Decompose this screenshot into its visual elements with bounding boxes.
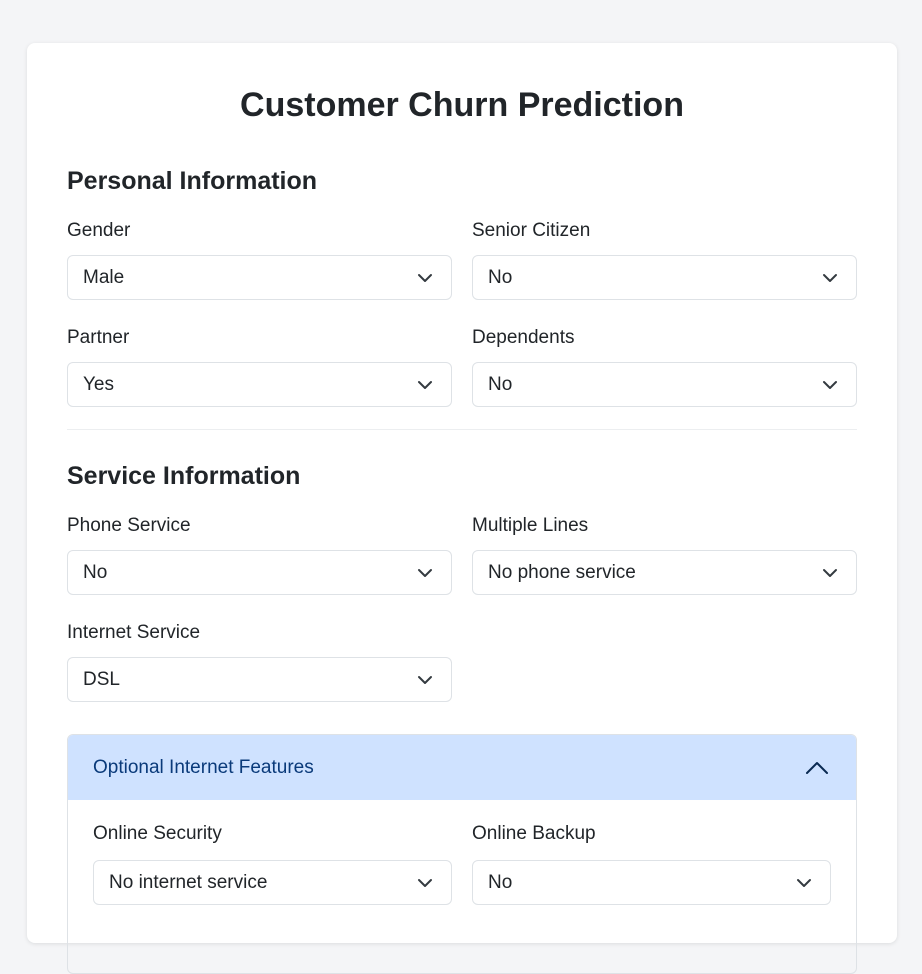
personal-info-heading: Personal Information: [67, 167, 318, 195]
chevron-down-icon: [794, 873, 814, 893]
optional-features-toggle[interactable]: Optional Internet Features: [68, 735, 856, 800]
partner-value: Yes: [83, 373, 114, 395]
multiple-lines-label: Multiple Lines: [472, 515, 589, 536]
multiple-lines-value: No phone service: [488, 561, 636, 583]
internet-service-value: DSL: [83, 668, 120, 690]
phone-service-label: Phone Service: [67, 515, 191, 536]
gender-label: Gender: [67, 220, 131, 241]
chevron-up-icon: [804, 755, 830, 781]
gender-select[interactable]: Male: [67, 255, 452, 300]
chevron-down-icon: [415, 268, 435, 288]
senior-citizen-value: No: [488, 266, 513, 288]
online-security-value: No internet service: [109, 871, 268, 893]
chevron-down-icon: [820, 563, 840, 583]
online-backup-value: No: [488, 871, 513, 893]
chevron-down-icon: [820, 375, 840, 395]
phone-service-value: No: [83, 561, 108, 583]
page-title: Customer Churn Prediction: [240, 86, 684, 124]
dependents-value: No: [488, 373, 513, 395]
prediction-form-card: Customer Churn Prediction Personal Infor…: [27, 43, 897, 974]
chevron-down-icon: [820, 268, 840, 288]
online-backup-select[interactable]: No: [472, 860, 831, 905]
online-security-label: Online Security: [93, 823, 222, 844]
multiple-lines-select[interactable]: No phone service: [472, 550, 857, 595]
internet-service-label: Internet Service: [67, 622, 201, 643]
chevron-down-icon: [415, 670, 435, 690]
partner-label: Partner: [67, 327, 130, 348]
online-backup-label: Online Backup: [472, 823, 596, 844]
partner-select[interactable]: Yes: [67, 362, 452, 407]
senior-citizen-label: Senior Citizen: [472, 220, 591, 241]
dependents-label: Dependents: [472, 327, 575, 348]
dependents-select[interactable]: No: [472, 362, 857, 407]
internet-service-select[interactable]: DSL: [67, 657, 452, 702]
service-info-heading: Service Information: [67, 462, 301, 490]
senior-citizen-select[interactable]: No: [472, 255, 857, 300]
chevron-down-icon: [415, 375, 435, 395]
section-divider: [67, 429, 857, 430]
chevron-down-icon: [415, 873, 435, 893]
phone-service-select[interactable]: No: [67, 550, 452, 595]
chevron-down-icon: [415, 563, 435, 583]
optional-features-heading: Optional Internet Features: [93, 756, 314, 778]
optional-features-accordion: Optional Internet Features Online Securi…: [67, 734, 857, 974]
online-security-select[interactable]: No internet service: [93, 860, 452, 905]
gender-value: Male: [83, 266, 125, 288]
